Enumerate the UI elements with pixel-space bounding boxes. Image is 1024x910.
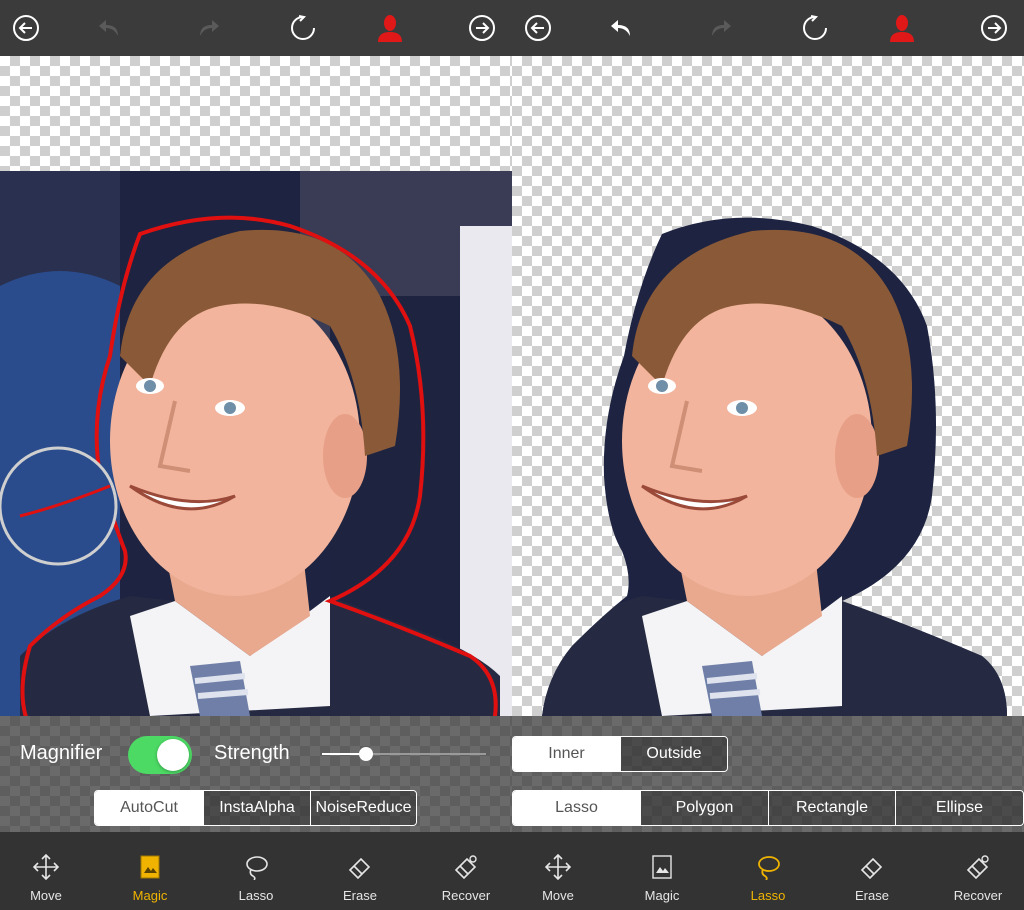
tool-erase-label: Erase: [855, 888, 889, 903]
shape-ellipse[interactable]: Ellipse: [895, 791, 1023, 825]
bottom-tool-bar: Move Magic Lasso Erase Recover: [0, 832, 512, 910]
undo-icon: [99, 20, 118, 36]
recover-icon: [454, 855, 477, 880]
person-mode-button[interactable]: [374, 12, 406, 44]
shape-lasso[interactable]: Lasso: [513, 791, 640, 825]
eraser-icon: [348, 857, 371, 880]
region-outside[interactable]: Outside: [620, 737, 727, 771]
undo-button[interactable]: [94, 12, 126, 44]
back-button[interactable]: [522, 12, 554, 44]
recover-icon: [966, 855, 989, 880]
undo-icon: [611, 20, 630, 36]
tool-erase[interactable]: Erase: [832, 854, 912, 910]
tool-recover[interactable]: Recover: [426, 854, 506, 910]
move-icon: [545, 854, 571, 880]
left-editor-panel: Magnifier Strength AutoCut InstaAlpha No…: [0, 0, 512, 910]
cutout-subject: [542, 217, 1007, 716]
mode-autocut[interactable]: AutoCut: [95, 791, 203, 825]
shape-rectangle[interactable]: Rectangle: [768, 791, 895, 825]
redo-button[interactable]: [192, 12, 224, 44]
strength-label: Strength: [214, 742, 290, 764]
magnifier-toggle[interactable]: [128, 736, 192, 774]
lasso-options-bar: Inner Outside Lasso Polygon Rectangle El…: [512, 716, 1024, 832]
magic-mode-segmented-control: AutoCut InstaAlpha NoiseReduce: [94, 790, 417, 826]
undo-button[interactable]: [606, 12, 638, 44]
arrow-left-circle-icon: [525, 15, 551, 41]
magic-icon: [652, 855, 672, 879]
person-mode-button[interactable]: [886, 12, 918, 44]
redo-icon: [200, 20, 219, 36]
person-icon: [378, 15, 402, 42]
lasso-shape-segmented-control: Lasso Polygon Rectangle Ellipse: [512, 790, 1024, 826]
tool-move-label: Move: [542, 888, 574, 903]
move-icon: [33, 854, 59, 880]
strength-slider-knob[interactable]: [359, 747, 373, 761]
reset-icon: [291, 15, 315, 40]
tool-recover-label: Recover: [441, 888, 491, 903]
tool-move[interactable]: Move: [6, 854, 86, 910]
arrow-left-circle-icon: [13, 15, 39, 41]
top-toolbar: [0, 0, 512, 56]
top-toolbar: [512, 0, 1024, 56]
reset-button[interactable]: [799, 12, 831, 44]
bottom-tool-bar: Move Magic Lasso Erase Recover: [512, 832, 1024, 910]
mode-instaalpha[interactable]: InstaAlpha: [203, 791, 310, 825]
tool-move-label: Move: [30, 888, 62, 903]
lasso-icon: [758, 856, 780, 880]
tool-magic-label: Magic: [132, 888, 168, 903]
magic-options-bar: Magnifier Strength AutoCut InstaAlpha No…: [0, 716, 512, 832]
forward-button[interactable]: [466, 12, 498, 44]
redo-button[interactable]: [704, 12, 736, 44]
tool-magic-label: Magic: [644, 888, 680, 903]
magic-icon: [140, 855, 160, 879]
person-icon: [890, 15, 914, 42]
tool-erase-label: Erase: [343, 888, 377, 903]
magnifier-label: Magnifier: [20, 742, 103, 764]
tool-lasso-label: Lasso: [750, 888, 786, 903]
reset-icon: [803, 15, 827, 40]
arrow-right-circle-icon: [469, 15, 495, 41]
cutout-canvas[interactable]: [512, 56, 1024, 716]
tool-lasso[interactable]: Lasso: [728, 854, 808, 910]
reset-button[interactable]: [287, 12, 319, 44]
right-editor-panel: Inner Outside Lasso Polygon Rectangle El…: [512, 0, 1024, 910]
tool-recover-label: Recover: [953, 888, 1003, 903]
tool-lasso-label: Lasso: [238, 888, 274, 903]
redo-icon: [712, 20, 731, 36]
magnifier-loupe: [0, 446, 118, 566]
tool-move[interactable]: Move: [518, 854, 598, 910]
forward-button[interactable]: [978, 12, 1010, 44]
photo-canvas[interactable]: [0, 56, 512, 716]
tool-lasso[interactable]: Lasso: [216, 854, 296, 910]
eraser-icon: [860, 857, 883, 880]
region-segmented-control: Inner Outside: [512, 736, 728, 772]
tool-magic[interactable]: Magic: [622, 854, 702, 910]
lasso-icon: [246, 856, 268, 880]
tool-magic[interactable]: Magic: [110, 854, 190, 910]
shape-polygon[interactable]: Polygon: [640, 791, 768, 825]
arrow-right-circle-icon: [981, 15, 1007, 41]
tool-erase[interactable]: Erase: [320, 854, 400, 910]
back-button[interactable]: [10, 12, 42, 44]
region-inner[interactable]: Inner: [513, 737, 620, 771]
toggle-knob: [157, 739, 189, 771]
mode-noisereduce[interactable]: NoiseReduce: [310, 791, 416, 825]
tool-recover[interactable]: Recover: [938, 854, 1018, 910]
